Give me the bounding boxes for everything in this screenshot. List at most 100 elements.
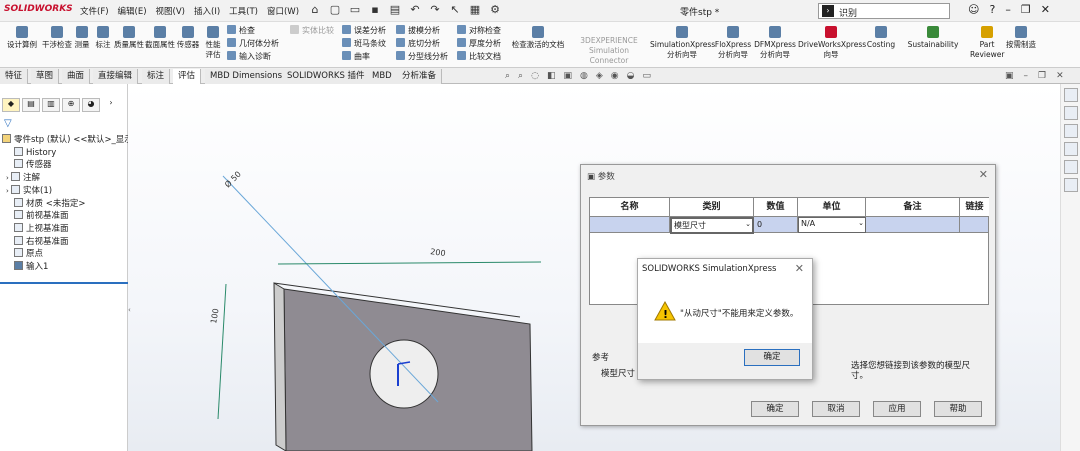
sw-resources-icon[interactable] — [1063, 88, 1078, 102]
driveworks-button[interactable]: DriveWorksXpress 向导 — [798, 24, 866, 60]
on-demand-button[interactable]: 按需制造 — [1006, 24, 1036, 50]
home-icon[interactable]: ⌂ — [308, 3, 322, 17]
tree-item-top-plane[interactable]: 上视基准面 — [2, 222, 133, 236]
menu-edit[interactable]: 编辑(E) — [118, 5, 147, 17]
menu-insert[interactable]: 插入(I) — [194, 5, 220, 17]
tab-evaluate[interactable]: 评估 — [173, 69, 202, 84]
tab-mbd-dimensions[interactable]: MBD Dimensions — [205, 69, 289, 84]
category-select[interactable]: 模型尺寸 ⌄ — [670, 217, 754, 234]
filter-icon[interactable]: ▽ — [4, 118, 12, 129]
simxpress-button[interactable]: SimulationXpress 分析向导 — [650, 24, 715, 60]
dimxpert-tab-icon[interactable]: ⊕ — [62, 98, 80, 112]
tab-sketch[interactable]: 草图 — [31, 69, 60, 84]
check-button[interactable]: 检查 — [227, 24, 279, 37]
import-diag-button[interactable]: 输入诊断 — [227, 50, 279, 63]
thickness-button[interactable]: 厚度分析 — [457, 37, 501, 50]
restore-icon[interactable]: ❐ — [1021, 3, 1031, 16]
tab-analysis-prep[interactable]: 分析准备 — [397, 69, 443, 84]
tile-icon[interactable]: ▣ — [1005, 71, 1014, 81]
panel-collapse-handle[interactable]: ‹ — [128, 306, 131, 314]
section-props-button[interactable]: 截面属性 — [145, 24, 175, 50]
tree-item-right-plane[interactable]: 右视基准面 — [2, 235, 133, 249]
search-input[interactable]: 识别 — [839, 6, 857, 19]
cell-name[interactable] — [590, 217, 670, 233]
tab-features[interactable]: 特征 — [0, 69, 29, 84]
tree-root[interactable]: 零件stp (默认) <<默认>_显示 — [2, 134, 133, 147]
cell-note[interactable] — [866, 217, 960, 233]
view-orient-icon[interactable]: ▣ — [563, 71, 572, 81]
floxpress-button[interactable]: FloXpress 分析向导 — [714, 24, 752, 60]
display-tab-icon[interactable]: ◕ — [82, 98, 100, 112]
threedx-sim-button[interactable]: 3DEXPERIENCE Simulation Connector — [570, 36, 648, 66]
tab-mbd[interactable]: MBD — [367, 69, 398, 84]
dialog-close-icon[interactable]: ✕ — [979, 168, 988, 181]
hide-show-icon[interactable]: ◈ — [596, 71, 603, 81]
display-style-icon[interactable]: ◍ — [580, 71, 588, 81]
tree-item-annotations[interactable]: › 注解 — [2, 172, 133, 185]
rollback-bar[interactable] — [0, 282, 128, 284]
help-button[interactable]: 帮助 — [934, 401, 982, 417]
measure-button[interactable]: 测量 — [72, 24, 92, 50]
symmetry-button[interactable]: 对称检查 — [457, 24, 501, 37]
feature-tree-tab-icon[interactable]: ◆ — [2, 98, 20, 112]
design-library-icon[interactable] — [1063, 106, 1078, 120]
cell-value[interactable]: 0 — [754, 217, 798, 233]
tab-addins[interactable]: SOLIDWORKS 插件 — [282, 69, 371, 84]
file-explorer-icon[interactable] — [1063, 124, 1078, 138]
parting-button[interactable]: 分型线分析 — [396, 50, 448, 63]
vp-minimize-icon[interactable]: – — [1024, 71, 1029, 81]
appearances-icon[interactable] — [1063, 160, 1078, 174]
apply-button[interactable]: 应用 — [873, 401, 921, 417]
rebuild-icon[interactable]: ▦ — [468, 3, 482, 17]
vp-restore-icon[interactable]: ❐ — [1038, 71, 1046, 81]
options-icon[interactable]: ⚙ — [488, 3, 502, 17]
part-reviewer-button[interactable]: Part Reviewer — [970, 24, 1004, 60]
vp-close-icon[interactable]: ✕ — [1056, 71, 1064, 81]
sensor-button[interactable]: 传感器 — [175, 24, 201, 50]
unit-select[interactable]: N/A ⌄ — [798, 217, 866, 233]
costing-button[interactable]: Costing — [864, 24, 898, 50]
cancel-button[interactable]: 取消 — [812, 401, 860, 417]
tab-surfaces[interactable]: 曲面 — [62, 69, 91, 84]
new-icon[interactable]: ▢ — [328, 3, 342, 17]
dfmxpress-button[interactable]: DFMXpress 分析向导 — [753, 24, 797, 60]
tree-item-origin[interactable]: 原点 — [2, 248, 133, 261]
panel-expand-icon[interactable]: › — [102, 98, 120, 112]
message-ok-button[interactable]: 确定 — [744, 349, 800, 366]
draft-button[interactable]: 拔模分析 — [396, 24, 448, 37]
ok-button[interactable]: 确定 — [751, 401, 799, 417]
help-icon[interactable]: ? — [989, 3, 995, 16]
markup-button[interactable]: 标注 — [93, 24, 113, 50]
design-study-button[interactable]: 设计算例 — [4, 24, 40, 50]
select-icon[interactable]: ↖ — [448, 3, 462, 17]
save-icon[interactable]: ▪ — [368, 3, 382, 17]
zebra-button[interactable]: 斑马条纹 — [342, 37, 386, 50]
scene-icon[interactable]: ◒ — [627, 71, 635, 81]
menu-tools[interactable]: 工具(T) — [229, 5, 258, 17]
geometry-analysis-button[interactable]: 几何体分析 — [227, 37, 279, 50]
cell-link[interactable] — [960, 217, 988, 233]
close-icon[interactable]: ✕ — [1041, 3, 1050, 16]
menu-view[interactable]: 视图(V) — [156, 5, 185, 17]
tree-item-import1[interactable]: 输入1 — [2, 261, 133, 274]
solid-compare-button[interactable]: 实体比较 — [290, 24, 334, 37]
compare-doc-button[interactable]: 比较文档 — [457, 50, 501, 63]
appearance-icon[interactable]: ◉ — [611, 71, 619, 81]
search-box[interactable]: › 识别 — [818, 3, 950, 19]
view-settings-icon[interactable]: ▭ — [642, 71, 651, 81]
zoom-area-icon[interactable]: ⌕ — [518, 71, 523, 81]
section-view-icon[interactable]: ◧ — [547, 71, 556, 81]
tree-item-front-plane[interactable]: 前视基准面 — [2, 210, 133, 223]
tree-item-history[interactable]: History — [2, 146, 133, 160]
menu-file[interactable]: 文件(F) — [80, 5, 109, 17]
tree-item-sensors[interactable]: 传感器 — [2, 159, 133, 172]
sustainability-button[interactable]: Sustainability — [906, 24, 960, 50]
property-tab-icon[interactable]: ▤ — [22, 98, 40, 112]
tree-item-solid-bodies[interactable]: › 实体(1) — [2, 184, 133, 198]
undo-icon[interactable]: ↶ — [408, 3, 422, 17]
performance-button[interactable]: 性能评估 — [202, 24, 224, 60]
view-palette-icon[interactable] — [1063, 142, 1078, 156]
interference-button[interactable]: 干涉检查 — [42, 24, 72, 50]
check-active-button[interactable]: 检查激活的文档 — [510, 24, 566, 50]
curvature-button[interactable]: 曲率 — [342, 50, 386, 63]
